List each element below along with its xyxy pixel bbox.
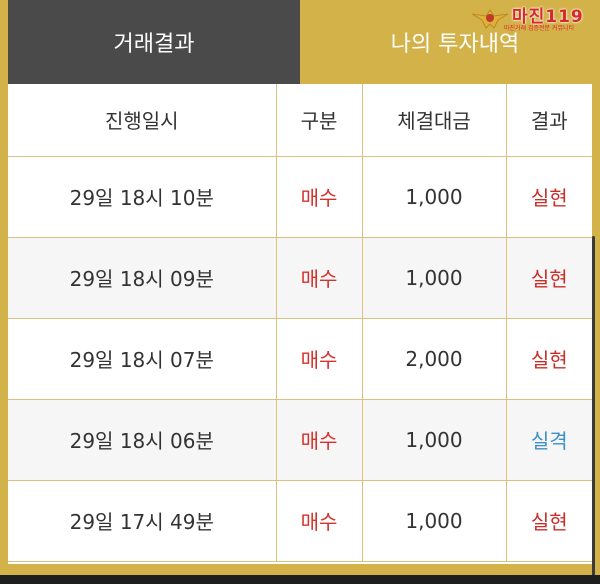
table-row[interactable]: 29일 18시 07분 매수 2,000 실현 [8,318,592,400]
page-frame: 거래결과 나의 투자내역 마진119 마진거래 검증전문 커뮤니티 진행일시 구… [0,0,600,584]
table-row[interactable]: 29일 17시 49분 매수 1,000 실현 [8,480,592,562]
table-row[interactable]: 29일 18시 06분 매수 1,000 실격 [8,399,592,481]
cell-type: 매수 [276,156,363,238]
table-row[interactable]: 29일 18시 10분 매수 1,000 실현 [8,156,592,238]
scrollbar[interactable] [592,236,595,576]
investment-history-table: 진행일시 구분 체결대금 결과 29일 18시 10분 매수 1,000 실현 … [8,84,592,562]
header-type: 구분 [276,84,363,157]
cell-result: 실현 [506,480,592,562]
cell-datetime: 29일 18시 07분 [8,318,277,400]
header-amount: 체결대금 [362,84,507,157]
cell-type: 매수 [276,399,363,481]
cell-result: 실현 [506,156,592,238]
cell-amount: 1,000 [362,237,507,319]
tab-label: 거래결과 [113,32,195,57]
watermark-subtitle: 마진거래 검증전문 커뮤니티 [504,25,575,32]
cell-datetime: 29일 18시 09분 [8,237,277,319]
table-header-row: 진행일시 구분 체결대금 결과 [8,84,592,157]
cell-datetime: 29일 17시 49분 [8,480,277,562]
cell-amount: 2,000 [362,318,507,400]
cell-amount: 1,000 [362,480,507,562]
cell-datetime: 29일 18시 06분 [8,399,277,481]
tab-trade-results[interactable]: 거래결과 [8,0,300,84]
cell-type: 매수 [276,237,363,319]
header-datetime: 진행일시 [8,84,277,157]
cell-type: 매수 [276,480,363,562]
header-result: 결과 [506,84,592,157]
investment-history-table-container: 진행일시 구분 체결대금 결과 29일 18시 10분 매수 1,000 실현 … [8,84,592,564]
cell-amount: 1,000 [362,156,507,238]
cell-result: 실현 [506,237,592,319]
table-row[interactable]: 29일 18시 09분 매수 1,000 실현 [8,237,592,319]
cell-result: 실격 [506,399,592,481]
watermark-logo: 마진119 마진거래 검증전문 커뮤니티 [468,0,596,36]
cell-type: 매수 [276,318,363,400]
bottom-bar [0,575,600,584]
cell-datetime: 29일 18시 10분 [8,156,277,238]
cell-result: 실현 [506,318,592,400]
cell-amount: 1,000 [362,399,507,481]
